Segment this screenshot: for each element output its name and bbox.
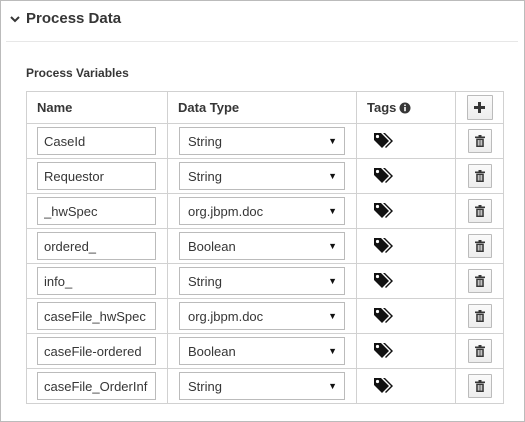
tags-icon [373,132,393,148]
variable-name-input[interactable] [37,302,156,330]
trash-icon [474,170,485,182]
tags-icon [373,237,393,253]
table-row: String ▼ [26,158,504,194]
caret-down-icon: ▼ [328,136,337,146]
data-type-select[interactable]: Boolean ▼ [179,337,345,365]
table-row: Boolean ▼ [26,228,504,264]
trash-icon [474,310,485,322]
chevron-down-icon [10,15,20,22]
tags-icon [373,272,393,288]
data-type-select[interactable]: String ▼ [179,127,345,155]
table-row: org.jbpm.doc ▼ [26,298,504,334]
table-header-row: Name Data Type Tags [26,91,504,124]
delete-variable-button[interactable] [467,199,492,223]
trash-icon [474,275,485,287]
tags-button[interactable] [371,164,395,188]
table-row: String ▼ [26,368,504,404]
tags-button[interactable] [371,374,395,398]
variable-name-input[interactable] [37,197,156,225]
data-type-value: org.jbpm.doc [188,203,264,219]
tags-button[interactable] [371,304,395,328]
caret-down-icon: ▼ [328,171,337,181]
delete-variable-button[interactable] [467,339,492,363]
process-variables-table: Name Data Type Tags CaseId String ▼ Requ… [26,91,504,404]
delete-variable-button[interactable] [467,374,492,398]
divider [6,41,518,42]
caret-down-icon: ▼ [328,241,337,251]
data-type-value: String [188,378,222,394]
tags-button[interactable] [371,269,395,293]
data-type-value: String [188,273,222,289]
tags-button[interactable] [371,234,395,258]
tags-header-label: Tags [367,100,397,115]
tags-column-header: Tags [356,91,456,124]
table-row: String ▼ [26,263,504,299]
plus-icon [474,102,485,113]
data-type-select[interactable]: String ▼ [179,162,345,190]
data-type-value: String [188,168,222,184]
add-column-header [455,91,504,124]
delete-variable-button[interactable] [467,304,492,328]
tags-icon [373,307,393,323]
name-column-header: Name [26,91,168,124]
caret-down-icon: ▼ [328,311,337,321]
trash-icon [474,345,485,357]
caret-down-icon: ▼ [328,276,337,286]
trash-icon [474,240,485,252]
caret-down-icon: ▼ [328,346,337,356]
variable-name-input[interactable] [37,267,156,295]
data-type-column-header: Data Type [167,91,357,124]
tags-icon [373,202,393,218]
process-variables-title: Process Variables [26,66,129,80]
variable-name-input[interactable] [37,337,156,365]
data-type-select[interactable]: org.jbpm.doc ▼ [179,302,345,330]
variable-name-input[interactable] [37,372,156,400]
table-row: org.jbpm.doc ▼ [26,193,504,229]
delete-variable-button[interactable] [467,269,492,293]
info-circle-icon[interactable] [399,102,411,114]
variable-name-input[interactable] [37,162,156,190]
process-data-toggle[interactable]: Process Data [8,10,121,27]
data-type-value: Boolean [188,238,236,254]
add-variable-button[interactable] [466,95,493,120]
delete-variable-button[interactable] [467,129,492,153]
trash-icon [474,135,485,147]
table-row: Boolean ▼ [26,333,504,369]
variable-name-input[interactable] [37,127,156,155]
data-type-value: String [188,133,222,149]
delete-variable-button[interactable] [467,234,492,258]
table-row: String ▼ [26,123,504,159]
tags-button[interactable] [371,339,395,363]
data-type-value: org.jbpm.doc [188,308,264,324]
trash-icon [474,380,485,392]
data-type-select[interactable]: Boolean ▼ [179,232,345,260]
tags-icon [373,167,393,183]
tags-icon [373,377,393,393]
caret-down-icon: ▼ [328,381,337,391]
caret-down-icon: ▼ [328,206,337,216]
data-type-select[interactable]: String ▼ [179,372,345,400]
tags-icon [373,342,393,358]
data-type-select[interactable]: org.jbpm.doc ▼ [179,197,345,225]
section-title: Process Data [26,10,122,27]
tags-button[interactable] [371,129,395,153]
data-type-select[interactable]: String ▼ [179,267,345,295]
delete-variable-button[interactable] [467,164,492,188]
variable-name-input[interactable] [37,232,156,260]
data-type-value: Boolean [188,343,236,359]
tags-button[interactable] [371,199,395,223]
trash-icon [474,205,485,217]
